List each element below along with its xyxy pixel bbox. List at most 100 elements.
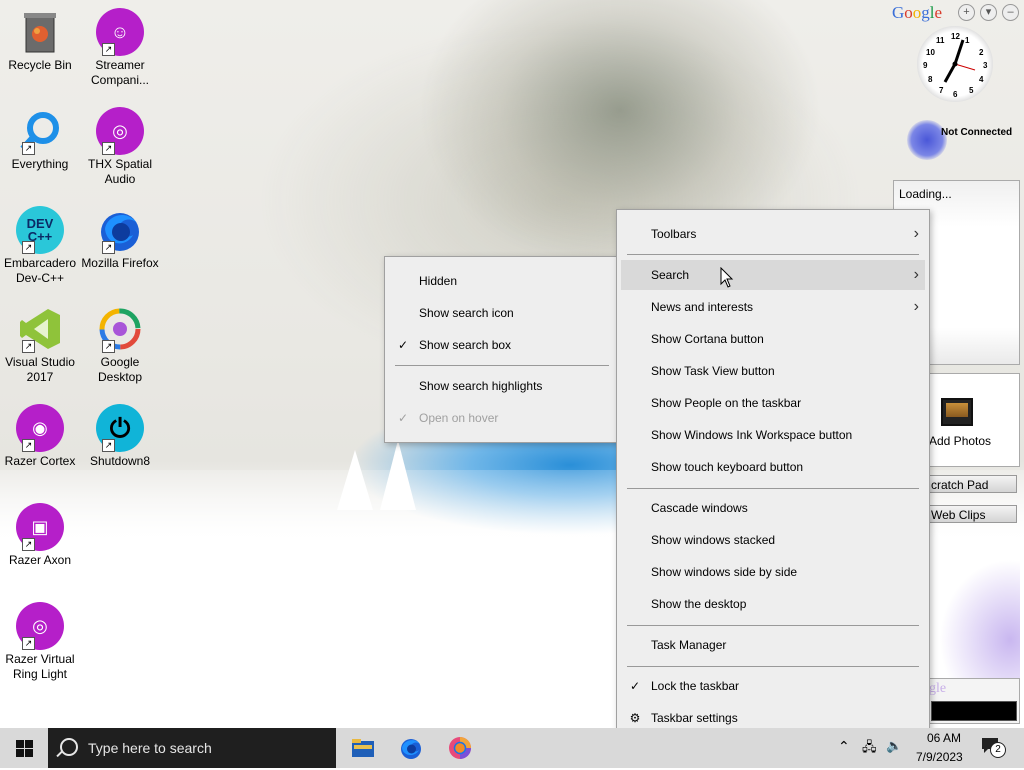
mouse-cursor-icon	[720, 267, 734, 288]
menu-item-label: Show search box	[419, 338, 512, 352]
shortcut-arrow-icon: ↗	[102, 439, 115, 452]
chevron-right-icon: ›	[913, 266, 919, 283]
menu-item-search[interactable]: Search ›	[621, 260, 925, 290]
shutdown8-icon: ⏻ ↗	[96, 404, 144, 452]
menu-separator	[627, 254, 919, 255]
razer-cortex-icon: ◉ ↗	[16, 404, 64, 452]
photo-frame-icon	[941, 398, 973, 426]
desktop-icon-razer-cortex[interactable]: ◉ ↗ Razer Cortex	[0, 404, 80, 469]
checkmark-icon: ✓	[397, 338, 409, 352]
desktop-icon-google-desktop[interactable]: ↗ Google Desktop	[80, 305, 160, 385]
desktop-icon-shutdown8[interactable]: ⏻ ↗ Shutdown8	[80, 404, 160, 469]
menu-item-show-touch-keyboard[interactable]: Show touch keyboard button	[617, 452, 929, 482]
menu-item-windows-side-by-side[interactable]: Show windows side by side	[617, 557, 929, 587]
google-search-gadget[interactable]: gle	[928, 678, 1020, 724]
taskbar-context-menu: Toolbars › Search › News and interests › Sh…	[616, 209, 930, 743]
menu-item-show-people[interactable]: Show People on the taskbar	[617, 388, 929, 418]
menu-separator	[627, 488, 919, 489]
menu-item-lock-taskbar[interactable]: ✓ Lock the taskbar	[617, 671, 929, 701]
streamer-companion-icon: ☺ ↗	[96, 8, 144, 56]
desktop-icon-label: Razer Virtual Ring Light	[5, 652, 75, 681]
menu-item-label: Show Task View button	[651, 364, 775, 378]
firefox-icon: ↗	[96, 206, 144, 254]
menu-item-show-desktop[interactable]: Show the desktop	[617, 589, 929, 619]
desktop-icon-razer-ring-light[interactable]: ◎ ↗ Razer Virtual Ring Light	[0, 602, 80, 682]
taskbar-clock-date[interactable]: 7/9/2023	[916, 750, 963, 764]
taskbar: Type here to search ⌃ 🖧 🔈 06 AM 7/9/2023…	[0, 728, 1024, 768]
menu-item-label: Show search highlights	[419, 379, 543, 393]
checkmark-icon: ✓	[397, 411, 409, 425]
menu-item-news-and-interests[interactable]: News and interests ›	[617, 292, 929, 322]
menu-item-label: Search	[651, 268, 690, 282]
shortcut-arrow-icon: ↗	[22, 142, 35, 155]
desktop-icon-label: Embarcadero Dev-C++	[3, 256, 77, 285]
menu-item-label: Toolbars	[651, 227, 697, 241]
taskbar-search-box[interactable]: Type here to search	[48, 728, 336, 768]
menu-item-windows-stacked[interactable]: Show windows stacked	[617, 525, 929, 555]
volume-icon[interactable]: 🔈	[886, 738, 902, 754]
taskbar-file-explorer[interactable]	[339, 728, 387, 768]
menu-item-label: Show Windows Ink Workspace button	[651, 428, 853, 442]
desktop-icon-label: Shutdown8	[89, 454, 151, 468]
add-photos-label: Add Photos	[929, 434, 992, 448]
wallpaper-tree	[337, 450, 373, 510]
desktop-icon-razer-axon[interactable]: ▣ ↗ Razer Axon	[0, 503, 80, 568]
menu-item-show-search-highlights[interactable]: Show search highlights	[385, 371, 619, 401]
network-icon[interactable]: 🖧	[862, 738, 877, 760]
scratch-pad-gadget[interactable]: cratch Pad	[928, 475, 1017, 493]
photos-gadget-panel[interactable]: Add Photos	[928, 373, 1020, 467]
menu-item-hidden[interactable]: Hidden	[385, 266, 619, 296]
gadget-minimize-button[interactable]: –	[1002, 4, 1019, 21]
taskbar-firefox[interactable]	[387, 728, 435, 768]
network-status-text: Not Connected	[941, 127, 1013, 138]
chevron-right-icon: ›	[913, 225, 919, 242]
show-hidden-icons-button[interactable]: ⌃	[838, 738, 850, 755]
menu-item-label: Lock the taskbar	[651, 679, 740, 693]
search-placeholder: Type here to search	[88, 740, 212, 756]
gadget-menu-button[interactable]: ▾	[980, 4, 997, 21]
menu-item-label: Task Manager	[651, 638, 727, 652]
taskbar-clock-time[interactable]: 06 AM	[927, 731, 961, 745]
action-center-button[interactable]: 2	[980, 736, 1010, 760]
search-submenu: Hidden Show search icon ✓ Show search box…	[384, 256, 620, 443]
menu-item-show-task-view-button[interactable]: Show Task View button	[617, 356, 929, 386]
gadget-loading-text: Loading...	[899, 187, 952, 201]
menu-item-show-cortana-button[interactable]: Show Cortana button	[617, 324, 929, 354]
shortcut-arrow-icon: ↗	[22, 439, 35, 452]
google-search-input[interactable]	[931, 701, 1017, 721]
menu-item-label: Show People on the taskbar	[651, 396, 802, 410]
menu-item-label: Show the desktop	[651, 597, 747, 611]
menu-item-open-on-hover: ✓ Open on hover	[385, 403, 619, 433]
web-clips-gadget[interactable]: Web Clips	[928, 505, 1017, 523]
taskbar-browser[interactable]	[436, 728, 484, 768]
menu-item-show-ink-workspace[interactable]: Show Windows Ink Workspace button	[617, 420, 929, 450]
google-fragment-text: gle	[929, 681, 947, 696]
menu-item-label: Show windows side by side	[651, 565, 798, 579]
menu-item-label: Show search icon	[419, 306, 514, 320]
gadget-add-button[interactable]: +	[958, 4, 975, 21]
menu-item-label: Cascade windows	[651, 501, 748, 515]
menu-item-task-manager[interactable]: Task Manager	[617, 630, 929, 660]
desktop-icon-everything[interactable]: ↗ Everything	[0, 107, 80, 172]
menu-item-cascade-windows[interactable]: Cascade windows	[617, 493, 929, 523]
desktop-icon-recycle-bin[interactable]: Recycle Bin	[0, 8, 80, 73]
menu-item-show-search-box[interactable]: ✓ Show search box	[385, 330, 619, 360]
desktop-icon-streamer-companion[interactable]: ☺ ↗ Streamer Compani...	[80, 8, 160, 88]
shortcut-arrow-icon: ↗	[102, 241, 115, 254]
desktop-icon-thx-spatial-audio[interactable]: ◎ ↗ THX Spatial Audio	[80, 107, 160, 187]
menu-item-label: Show windows stacked	[651, 533, 776, 547]
menu-item-show-search-icon[interactable]: Show search icon	[385, 298, 619, 328]
desktop-icon-visual-studio[interactable]: ↗ Visual Studio 2017	[0, 305, 80, 385]
recycle-bin-icon	[16, 8, 64, 56]
desktop-icon-firefox[interactable]: ↗ Mozilla Firefox	[80, 206, 160, 271]
desktop-icon-devcpp[interactable]: DEV C++ ↗ Embarcadero Dev-C++	[0, 206, 80, 286]
analog-clock-gadget[interactable]: 12 1 2 3 4 5 6 7 8 9 10 11	[917, 26, 993, 102]
google-gadget-logo: Google	[892, 3, 943, 22]
devcpp-icon: DEV C++ ↗	[16, 206, 64, 254]
menu-item-label: News and interests	[651, 300, 754, 314]
start-button[interactable]	[0, 728, 48, 768]
desktop-icon-label: Razer Axon	[8, 553, 72, 567]
notification-count-badge: 2	[990, 742, 1006, 758]
menu-item-toolbars[interactable]: Toolbars ›	[617, 219, 929, 249]
thx-spatial-audio-icon: ◎ ↗	[96, 107, 144, 155]
